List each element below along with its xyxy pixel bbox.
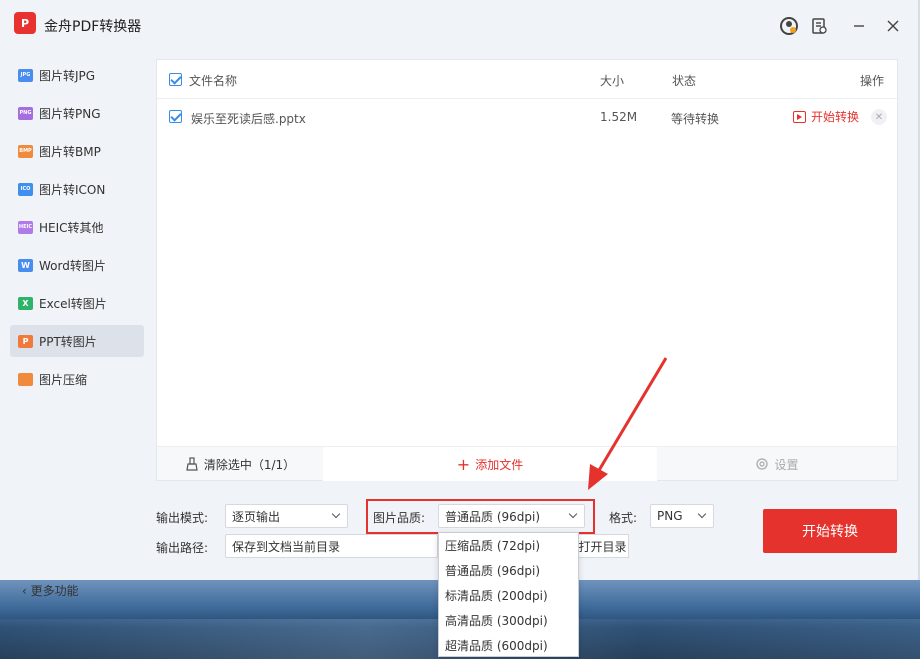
chevron-down-icon [697, 509, 707, 519]
format-select[interactable]: PNG [650, 504, 714, 528]
sidebar-item-label: Excel转图片 [39, 296, 107, 311]
sidebar-item-label: 图片转JPG [39, 68, 96, 83]
minimize-icon[interactable] [848, 15, 870, 37]
plus-icon: + [456, 454, 471, 474]
format-value: PNG [657, 509, 683, 523]
png-icon: PNG [18, 106, 33, 120]
jpg-icon: JPG [18, 68, 33, 82]
panel-footer: 清除选中（1/1） + 添加文件 设置 [157, 446, 897, 481]
sidebar: JPG 图片转JPG PNG 图片转PNG BMP 图片转BMP ICO 图片转… [0, 52, 150, 598]
sidebar-item-excel[interactable]: X Excel转图片 [10, 287, 144, 319]
ico-icon: ICO [18, 182, 33, 196]
row-start-convert-label: 开始转换 [811, 110, 860, 124]
sidebar-item-label: 图片转BMP [39, 144, 101, 159]
settings-button[interactable]: 设置 [657, 447, 897, 481]
sidebar-item-label: Word转图片 [39, 258, 106, 273]
quality-option-600dpi[interactable]: 超清品质 (600dpi) [439, 633, 578, 658]
app-logo-icon: P [14, 12, 36, 34]
bmp-icon: BMP [18, 144, 33, 158]
app-window: P 金舟PDF转换器 JPG 图片转JPG PNG 图片转PNG BMP 图片转… [0, 0, 920, 598]
output-mode-label: 输出模式: [156, 511, 209, 525]
file-size: 1.52M [600, 110, 638, 124]
more-features-button[interactable]: ‹ 更多功能 [22, 582, 79, 599]
quality-dropdown-list: 压缩品质 (72dpi) 普通品质 (96dpi) 标清品质 (200dpi) … [438, 532, 579, 657]
row-start-convert-button[interactable]: 开始转换 [793, 108, 859, 125]
broom-icon [186, 457, 198, 471]
play-icon [793, 110, 806, 123]
sidebar-item-label: 图片转ICON [39, 182, 106, 197]
avatar-icon[interactable] [778, 15, 800, 37]
add-file-label: 添加文件 [475, 457, 524, 472]
table-header: 文件名称 大小 状态 操作 [157, 60, 897, 99]
gear-icon [756, 458, 769, 470]
word-icon: W [18, 258, 33, 272]
file-list-panel: 文件名称 大小 状态 操作 娱乐至死读后感.pptx 1.52M 等待转换 开始… [156, 59, 898, 481]
sidebar-item-ppt[interactable]: P PPT转图片 [10, 325, 144, 357]
row-checkbox[interactable] [169, 110, 182, 123]
header-file-name: 文件名称 [189, 74, 238, 88]
quality-label: 图片品质: [373, 511, 426, 525]
ppt-icon: P [18, 334, 33, 348]
heic-icon: HEIC [18, 220, 33, 234]
clear-selection-label: 清除选中（1/1） [203, 457, 296, 472]
chevron-down-icon [568, 509, 578, 519]
header-status: 状态 [672, 74, 697, 88]
sidebar-item-label: 图片转PNG [39, 106, 101, 121]
file-status: 等待转换 [671, 112, 720, 126]
output-path-value: 保存到文档当前目录 [232, 539, 341, 554]
output-path-field[interactable]: 保存到文档当前目录 [225, 534, 438, 558]
table-row: 娱乐至死读后感.pptx 1.52M 等待转换 开始转换 ✕ [157, 100, 897, 136]
title-bar: P 金舟PDF转换器 [0, 0, 918, 52]
sidebar-item-icon[interactable]: ICO 图片转ICON [10, 173, 144, 205]
header-size: 大小 [600, 74, 625, 88]
header-action: 操作 [860, 74, 885, 88]
quality-option-96dpi[interactable]: 普通品质 (96dpi) [439, 558, 578, 583]
output-mode-value: 逐页输出 [232, 509, 281, 524]
quality-value: 普通品质 (96dpi) [445, 509, 541, 524]
excel-icon: X [18, 296, 33, 310]
feedback-icon[interactable] [808, 15, 830, 37]
output-mode-select[interactable]: 逐页输出 [225, 504, 348, 528]
sidebar-item-bmp[interactable]: BMP 图片转BMP [10, 135, 144, 167]
sidebar-item-compress[interactable]: 图片压缩 [10, 363, 144, 395]
quality-option-200dpi[interactable]: 标清品质 (200dpi) [439, 583, 578, 608]
sidebar-item-heic[interactable]: HEIC HEIC转其他 [10, 211, 144, 243]
chevron-left-icon: ‹ [22, 584, 31, 598]
sidebar-item-jpg[interactable]: JPG 图片转JPG [10, 59, 144, 91]
sidebar-item-label: HEIC转其他 [39, 220, 104, 235]
app-title: 金舟PDF转换器 [44, 19, 142, 35]
sidebar-item-label: PPT转图片 [39, 334, 97, 349]
format-label: 格式: [609, 511, 638, 525]
sidebar-item-word[interactable]: W Word转图片 [10, 249, 144, 281]
quality-option-300dpi[interactable]: 高清品质 (300dpi) [439, 608, 578, 633]
output-path-label: 输出路径: [156, 541, 209, 555]
quality-option-72dpi[interactable]: 压缩品质 (72dpi) [439, 533, 578, 558]
settings-label: 设置 [774, 457, 799, 472]
sidebar-item-label: 图片压缩 [39, 372, 88, 387]
remove-file-icon[interactable]: ✕ [871, 109, 887, 125]
start-convert-button[interactable]: 开始转换 [763, 509, 897, 553]
sidebar-item-png[interactable]: PNG 图片转PNG [10, 97, 144, 129]
clear-selection-button[interactable]: 清除选中（1/1） [157, 447, 323, 481]
select-all-checkbox[interactable] [169, 73, 182, 86]
quality-select[interactable]: 普通品质 (96dpi) [438, 504, 585, 528]
chevron-down-icon [331, 509, 341, 519]
add-file-button[interactable]: + 添加文件 [323, 447, 657, 481]
more-features-label: 更多功能 [30, 584, 79, 598]
compress-icon [18, 372, 33, 386]
file-name: 娱乐至死读后感.pptx [191, 112, 306, 126]
open-directory-button[interactable]: 打开目录 [576, 534, 629, 558]
close-icon[interactable] [882, 15, 904, 37]
